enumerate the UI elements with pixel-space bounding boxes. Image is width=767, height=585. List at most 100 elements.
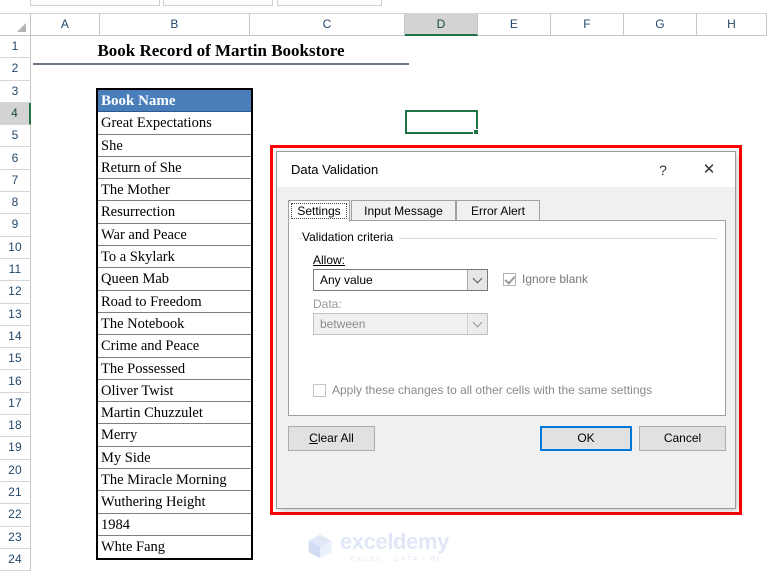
row-header-7[interactable]: 7	[0, 169, 31, 193]
column-header-row: A B C D E F G H	[0, 14, 767, 36]
book-table-row[interactable]: 1984	[98, 513, 251, 536]
ignore-blank-label: Ignore blank	[522, 272, 589, 286]
row-header-20[interactable]: 20	[0, 459, 31, 482]
row-header-12[interactable]: 12	[0, 281, 31, 304]
watermark-tagline: EXCEL · DATA · BI	[350, 554, 441, 563]
exceldemy-watermark: exceldemy EXCEL · DATA · BI	[306, 530, 466, 566]
dialog-title: Data Validation	[291, 162, 379, 177]
row-header-14[interactable]: 14	[0, 325, 31, 349]
ok-button[interactable]: OK	[540, 426, 632, 451]
row-header-15[interactable]: 15	[0, 348, 31, 371]
book-table-row[interactable]: War and Peace	[98, 223, 251, 247]
row-header-13[interactable]: 13	[0, 303, 31, 326]
apply-all-label: Apply these changes to all other cells w…	[332, 383, 653, 397]
sheet-title-cell: Book Record of Martin Bookstore	[33, 38, 409, 65]
row-header-2[interactable]: 2	[0, 58, 31, 81]
dialog-title-bar[interactable]: Data Validation ? ✕	[277, 152, 735, 187]
data-combobox[interactable]: between	[313, 313, 488, 335]
row-header-1[interactable]: 1	[0, 36, 31, 59]
allow-label: Allow:	[313, 253, 345, 267]
select-all-triangle-icon	[17, 23, 26, 32]
book-table-row[interactable]: Martin Chuzzulet	[98, 402, 251, 425]
book-table-row[interactable]: Road to Freedom	[98, 290, 251, 313]
row-header-21[interactable]: 21	[0, 482, 31, 505]
book-table-row[interactable]: Wuthering Height	[98, 491, 251, 514]
column-header-h[interactable]: H	[697, 14, 767, 36]
book-table-row[interactable]: Whte Fang	[98, 535, 251, 559]
row-header-10[interactable]: 10	[0, 236, 31, 259]
clear-all-first-letter: C	[309, 431, 318, 445]
book-table-row[interactable]: The Possessed	[98, 357, 251, 380]
column-header-c[interactable]: C	[250, 14, 405, 36]
allow-dropdown-button[interactable]	[467, 270, 487, 290]
close-icon[interactable]: ✕	[689, 158, 729, 182]
book-table-row[interactable]: Return of She	[98, 156, 251, 180]
row-header-18[interactable]: 18	[0, 415, 31, 438]
tab-focus-outline	[291, 203, 347, 219]
help-icon[interactable]: ?	[649, 158, 677, 182]
column-header-g[interactable]: G	[624, 14, 697, 36]
ignore-blank-checkbox[interactable]	[503, 273, 516, 286]
formula-bar-strip	[0, 0, 767, 14]
book-table-row[interactable]: The Miracle Morning	[98, 469, 251, 492]
row-header-19[interactable]: 19	[0, 437, 31, 460]
chevron-down-icon	[472, 273, 482, 284]
row-header-5[interactable]: 5	[0, 125, 31, 148]
row-header-9[interactable]: 9	[0, 214, 31, 237]
row-header-8[interactable]: 8	[0, 192, 31, 215]
data-label: Data:	[313, 297, 342, 311]
active-cell-d4[interactable]	[405, 110, 479, 135]
toolbar-stub-left	[30, 0, 160, 6]
watermark-name: exceldemy	[340, 529, 449, 554]
tab-error-alert[interactable]: Error Alert	[456, 200, 540, 221]
fill-handle[interactable]	[473, 129, 479, 135]
toolbar-stub-mid	[163, 0, 273, 6]
column-header-f[interactable]: F	[551, 14, 624, 36]
tab-settings[interactable]: Settings	[288, 200, 350, 222]
row-header-17[interactable]: 17	[0, 392, 31, 416]
data-dropdown-button[interactable]	[467, 314, 487, 334]
settings-tab-panel: Validation criteria Allow: Any value Ign…	[288, 221, 726, 416]
book-table-row[interactable]: Great Expectations	[98, 112, 251, 135]
book-table-row[interactable]: The Mother	[98, 179, 251, 202]
excel-worksheet-screen: A B C D E F G H 1 2 3 4 5 6 7 8 9 10 11 12 13 14 15 16 1…	[0, 0, 767, 585]
book-table-row[interactable]: She	[98, 134, 251, 157]
row-header-16[interactable]: 16	[0, 370, 31, 393]
book-table-row[interactable]: To a Skylark	[98, 246, 251, 269]
row-header-11[interactable]: 11	[0, 259, 31, 282]
column-header-d[interactable]: D	[405, 14, 478, 36]
book-table-row[interactable]: Queen Mab	[98, 268, 251, 291]
row-header-6[interactable]: 6	[0, 147, 31, 170]
book-table-row[interactable]: Merry	[98, 424, 251, 447]
allow-combobox[interactable]: Any value	[313, 269, 488, 291]
apply-all-checkbox[interactable]	[313, 384, 326, 397]
chevron-down-icon	[472, 317, 482, 328]
row-header-23[interactable]: 23	[0, 526, 31, 549]
allow-value: Any value	[320, 273, 373, 287]
book-table-row[interactable]: Oliver Twist	[98, 379, 251, 403]
column-header-e[interactable]: E	[478, 14, 551, 36]
tab-input-message-label: Input Message	[364, 204, 443, 218]
cube-logo-icon	[308, 534, 332, 559]
book-name-table: Book Name Great Expectations She Return of …	[96, 88, 253, 561]
select-all-corner[interactable]	[0, 14, 31, 36]
book-table-row[interactable]: The Notebook	[98, 312, 251, 336]
data-validation-dialog: Data Validation ? ✕ Settings Input Messa…	[276, 151, 736, 509]
row-header-22[interactable]: 22	[0, 504, 31, 527]
row-header-4[interactable]: 4	[0, 102, 31, 126]
row-header-3[interactable]: 3	[0, 80, 31, 103]
toolbar-stub-right	[277, 0, 382, 6]
cancel-button[interactable]: Cancel	[639, 426, 726, 451]
tab-error-alert-label: Error Alert	[470, 204, 525, 218]
column-header-b[interactable]: B	[100, 14, 250, 36]
book-table-row[interactable]: Resurrection	[98, 201, 251, 224]
clear-all-button[interactable]: Clear All	[288, 426, 375, 451]
book-table-row[interactable]: My Side	[98, 446, 251, 470]
allow-label-text: Allow:	[313, 253, 346, 267]
book-table-row[interactable]: Crime and Peace	[98, 335, 251, 358]
row-header-24[interactable]: 24	[0, 548, 31, 572]
tab-input-message[interactable]: Input Message	[351, 200, 456, 221]
column-header-a[interactable]: A	[31, 14, 100, 36]
book-table-header[interactable]: Book Name	[98, 90, 251, 113]
clear-all-label-rest: lear All	[317, 431, 354, 445]
